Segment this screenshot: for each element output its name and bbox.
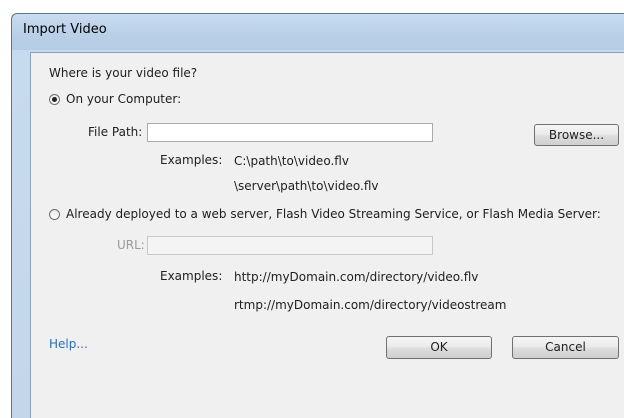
cancel-button[interactable]: Cancel bbox=[512, 336, 619, 359]
radio-already-deployed-label: Already deployed to a web server, Flash … bbox=[66, 207, 601, 221]
radio-button-unselected[interactable] bbox=[49, 209, 60, 220]
example-rtmp-url: rtmp://myDomain.com/directory/videostrea… bbox=[234, 298, 507, 312]
file-path-label: File Path: bbox=[88, 125, 143, 139]
url-input[interactable] bbox=[147, 236, 433, 255]
question-label: Where is your video file? bbox=[49, 66, 198, 80]
example-local-path: C:\path\to\video.flv bbox=[234, 154, 349, 168]
file-path-input[interactable] bbox=[147, 123, 433, 142]
dialog-content: Where is your video file? On your Comput… bbox=[30, 52, 624, 418]
examples-label-url: Examples: bbox=[160, 269, 223, 283]
title-bar[interactable]: Import Video bbox=[12, 14, 624, 50]
examples-label-local: Examples: bbox=[160, 153, 223, 167]
browse-button[interactable]: Browse... bbox=[534, 124, 619, 146]
ok-button[interactable]: OK bbox=[386, 336, 492, 359]
url-label: URL: bbox=[117, 238, 145, 252]
radio-on-computer-label: On your Computer: bbox=[66, 92, 182, 106]
help-link[interactable]: Help... bbox=[49, 337, 88, 351]
radio-button-selected[interactable] bbox=[49, 94, 60, 105]
radio-already-deployed[interactable]: Already deployed to a web server, Flash … bbox=[48, 207, 624, 221]
window-title: Import Video bbox=[23, 22, 107, 37]
example-http-url: http://myDomain.com/directory/video.flv bbox=[234, 270, 479, 284]
import-video-dialog: Import Video Where is your video file? O… bbox=[11, 13, 624, 418]
radio-on-computer[interactable]: On your Computer: bbox=[48, 92, 248, 106]
example-server-path: \server\path\to\video.flv bbox=[234, 179, 379, 193]
